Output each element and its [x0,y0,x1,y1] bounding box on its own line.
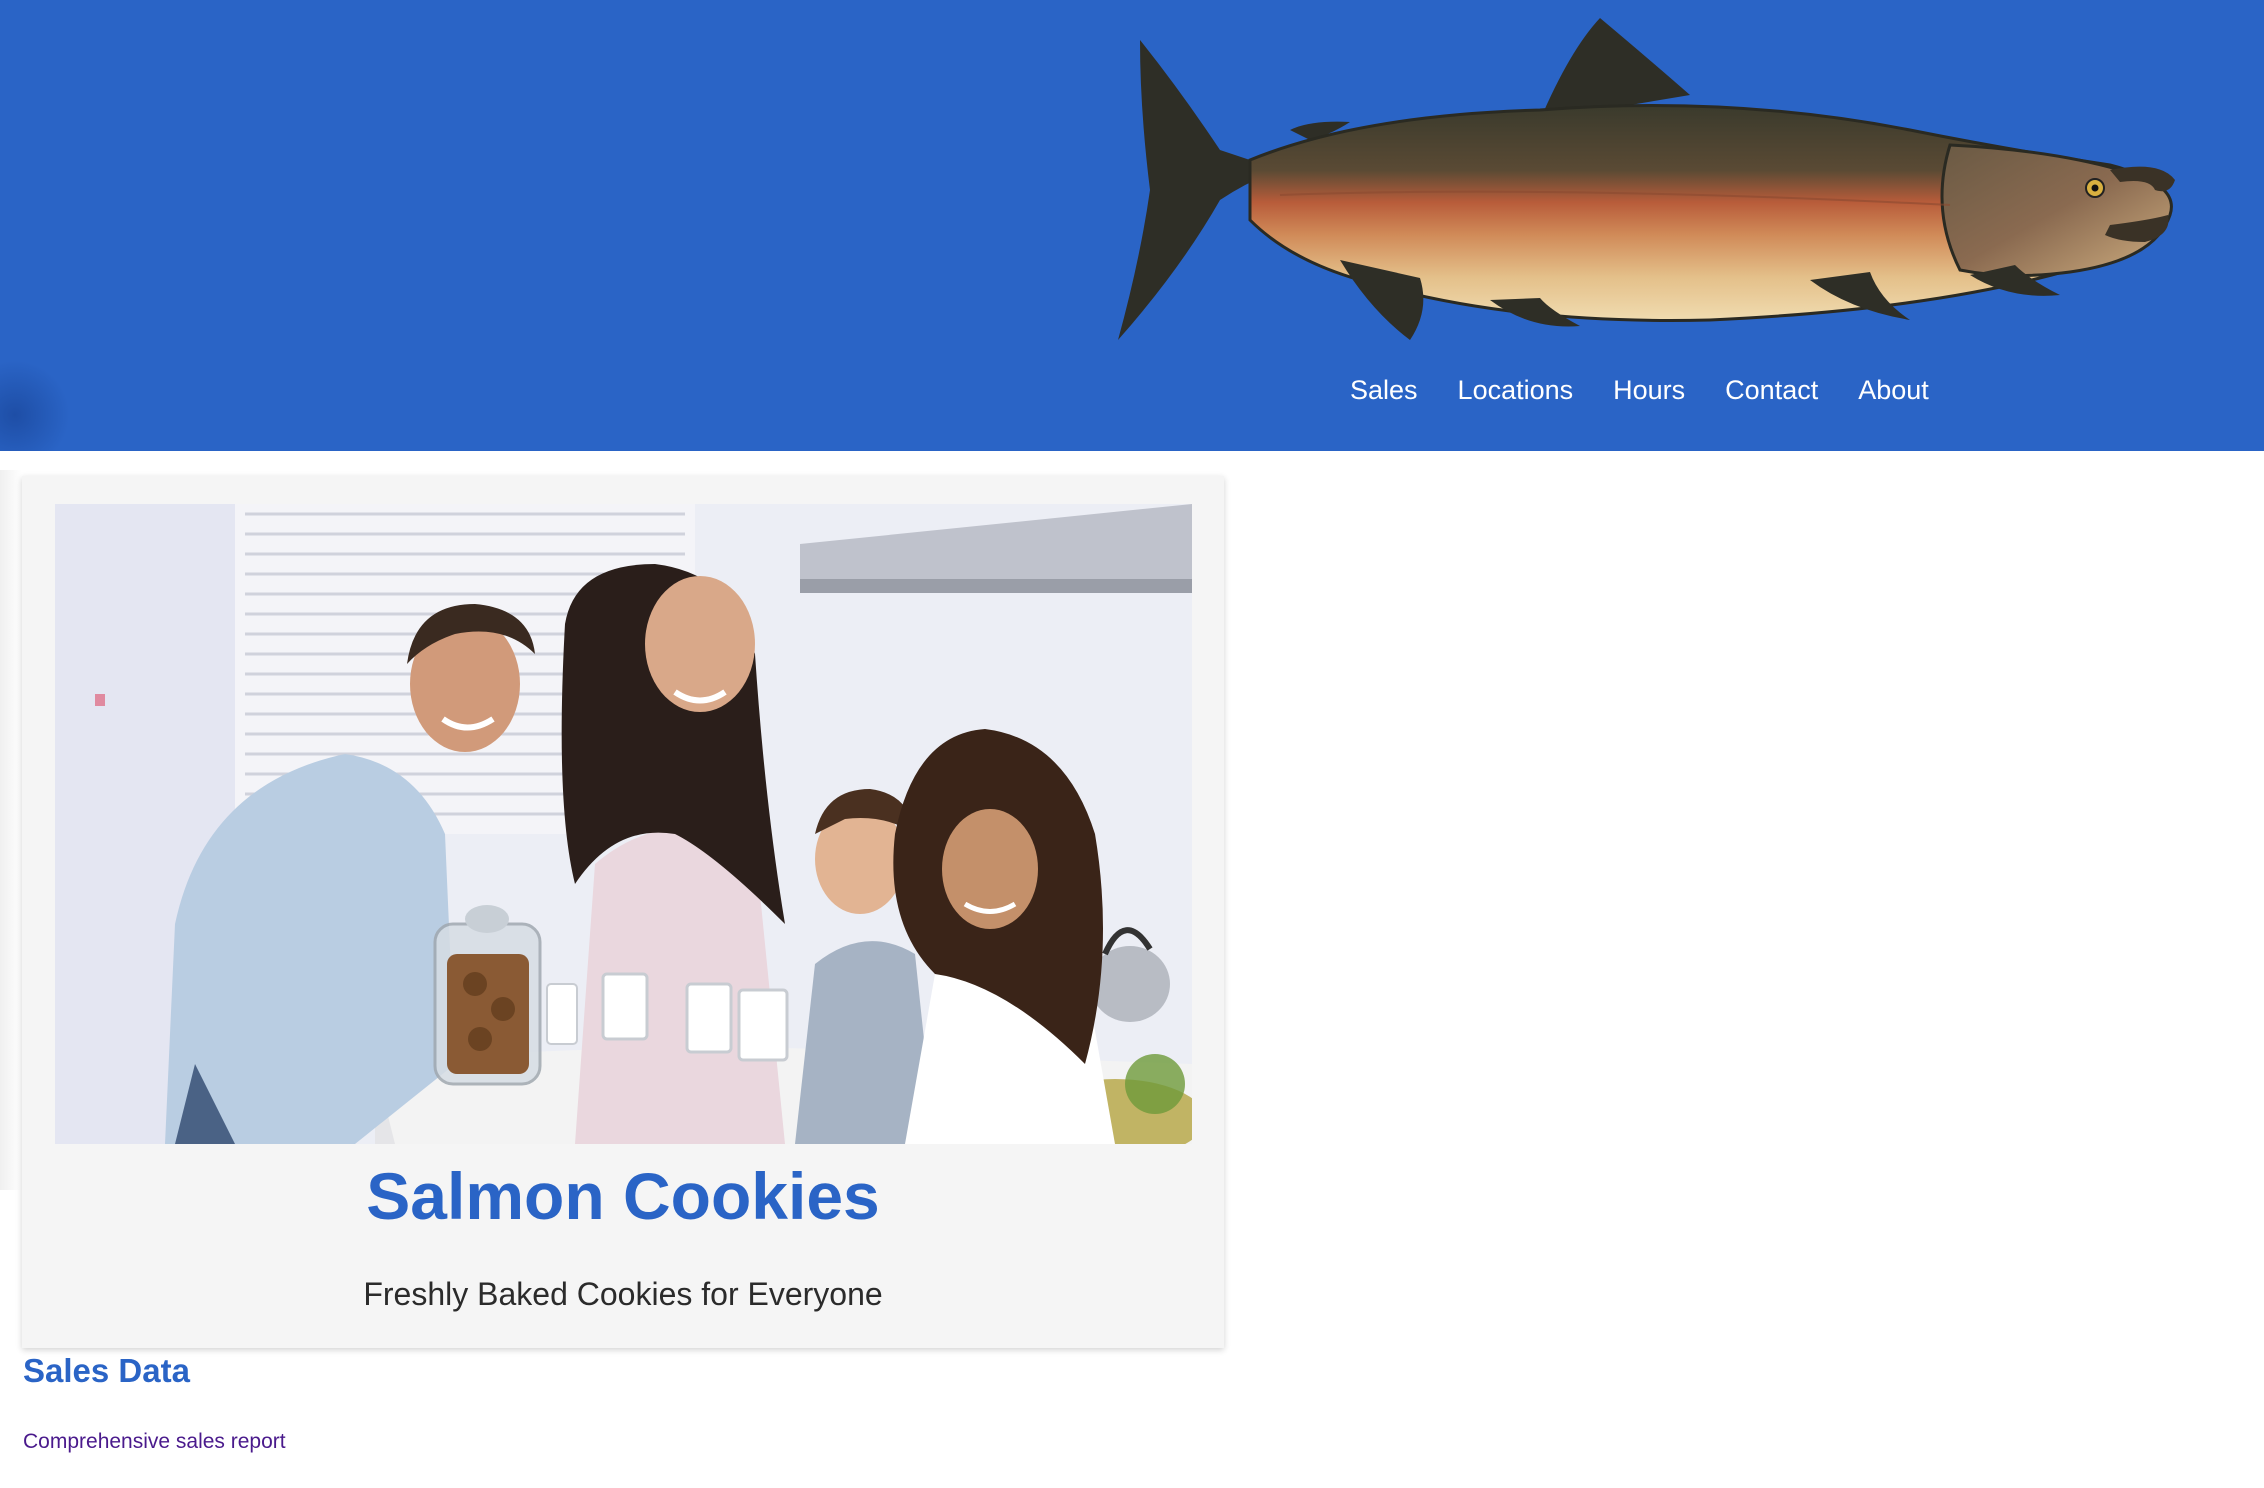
main-nav: Sales Locations Hours Contact About [1350,370,1929,410]
page-edge-shadow [0,470,22,1190]
nav-about[interactable]: About [1858,375,1929,406]
salmon-fish-icon [1118,18,2175,340]
nav-contact[interactable]: Contact [1725,375,1818,406]
sales-report-link[interactable]: Comprehensive sales report [23,1430,286,1454]
hero-title: Salmon Cookies [366,1159,880,1233]
nav-sales[interactable]: Sales [1350,375,1418,406]
header-shade [0,360,70,451]
hero-subtitle: Freshly Baked Cookies for Everyone [363,1276,883,1312]
sales-data-heading: Sales Data [23,1352,190,1389]
site-header: Sales Locations Hours Contact About [0,0,2264,451]
nav-locations[interactable]: Locations [1458,375,1574,406]
hero-card: Salmon Cookies Freshly Baked Cookies for… [22,476,1224,1348]
family-kitchen-photo [55,504,1192,1144]
nav-hours[interactable]: Hours [1613,375,1685,406]
